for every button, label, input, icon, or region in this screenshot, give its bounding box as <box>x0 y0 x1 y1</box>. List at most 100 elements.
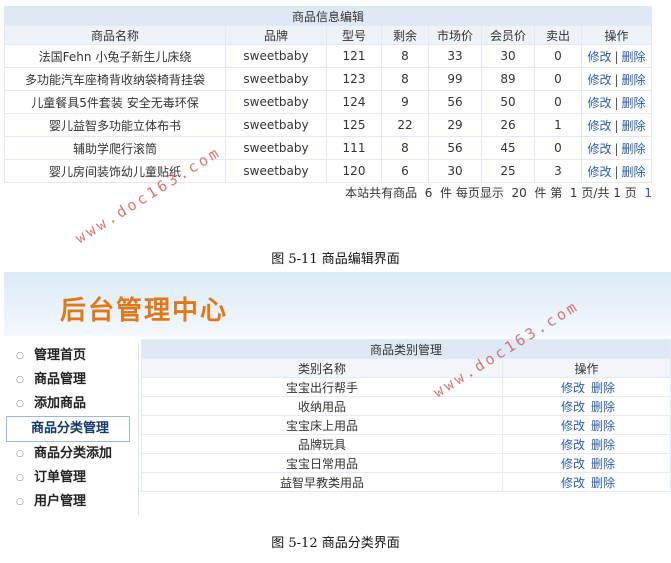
product-table: 商品信息编辑 商品名称 品牌 型号 剩余 市场价 会员价 卖出 操作 法国Feh… <box>4 6 652 183</box>
edit-link[interactable]: 修改 <box>561 457 585 471</box>
cell-model: 125 <box>326 113 382 137</box>
category-name: 品牌玩具 <box>141 434 503 454</box>
category-table-body: 宝宝出行帮手 修改 删除 收纳用品 修改 删除 宝宝床上用品 修改 删除 品牌玩具 修改 删除 宝宝日常… <box>141 377 671 492</box>
delete-link[interactable]: 删除 <box>591 400 615 414</box>
cell-model: 111 <box>326 136 382 160</box>
cell-stock: 8 <box>381 67 429 91</box>
category-table: 商品类别管理 类别名称 操作 宝宝出行帮手 修改 删除 收纳用品 修改 删除 宝宝床上用品修… <box>141 339 671 492</box>
edit-link[interactable]: 修改 <box>561 419 585 433</box>
edit-link[interactable]: 修改 <box>561 400 585 414</box>
pager-page-link[interactable]: 1 <box>644 186 652 200</box>
edit-link[interactable]: 修改 <box>561 476 585 490</box>
category-actions: 修改 删除 <box>502 453 671 473</box>
delete-link[interactable]: 删除 <box>591 438 615 452</box>
category-name: 宝宝床上用品 <box>141 415 503 435</box>
header-member-price: 会员价 <box>481 25 535 45</box>
cell-stock: 8 <box>381 136 429 160</box>
delete-link[interactable]: 删除 <box>591 457 615 471</box>
edit-link[interactable]: 修改 <box>587 119 611 133</box>
cell-model: 123 <box>326 67 382 91</box>
list-item: 宝宝床上用品 修改 删除 <box>141 415 671 435</box>
edit-link[interactable]: 修改 <box>587 50 611 64</box>
cell-brand: sweetbaby <box>225 113 327 137</box>
cell-actions: 修改 | 删除 <box>581 113 652 137</box>
header-sold: 卖出 <box>534 25 582 45</box>
action-separator: | <box>614 72 619 87</box>
figure-caption-1: 图 5-11 商品编辑界面 <box>271 252 400 267</box>
product-edit-panel: 商品信息编辑 商品名称 品牌 型号 剩余 市场价 会员价 卖出 操作 法国Feh… <box>4 6 652 200</box>
cell-market-price: 29 <box>428 113 482 137</box>
sidebar-item-label: 用户管理 <box>34 494 87 509</box>
product-table-body: 法国Fehn 小兔子新生儿床绕 sweetbaby 121 8 33 30 0 修改 | 删除 多功… <box>4 44 652 183</box>
delete-link[interactable]: 删除 <box>591 419 615 433</box>
cell-sold: 0 <box>534 44 582 68</box>
delete-link[interactable]: 删除 <box>591 476 615 490</box>
sidebar-item-3[interactable]: 商品分类管理 <box>6 416 130 442</box>
header-category-actions: 操作 <box>502 358 671 378</box>
category-name: 收纳用品 <box>141 396 503 416</box>
cell-member-price: 89 <box>481 67 535 91</box>
delete-link[interactable]: 删除 <box>622 50 646 64</box>
cell-name: 多功能汽车座椅背收纳袋椅背挂袋 <box>4 67 226 91</box>
cell-sold: 0 <box>534 90 582 114</box>
sidebar-item-0[interactable]: ○ 管理首页 <box>4 344 138 368</box>
pager-page-text: 件 第 <box>534 186 563 200</box>
cell-stock: 8 <box>381 44 429 68</box>
delete-link[interactable]: 删除 <box>622 73 646 87</box>
cell-model: 121 <box>326 44 382 68</box>
cell-actions: 修改 | 删除 <box>581 136 652 160</box>
sidebar-item-5[interactable]: ○ 订单管理 <box>4 466 138 490</box>
pager: 本站共有商品 6 件 每页显示 20 件 第 1 页/共 1 页 1 <box>4 184 652 201</box>
pager-per-page-text: 件 每页显示 <box>440 186 504 200</box>
action-separator: | <box>614 141 619 156</box>
bullet-icon: ○ <box>16 351 24 361</box>
edit-link[interactable]: 修改 <box>587 96 611 110</box>
delete-link[interactable]: 删除 <box>622 96 646 110</box>
cell-member-price: 30 <box>481 44 535 68</box>
header-brand: 品牌 <box>225 25 327 45</box>
table-row: 法国Fehn 小兔子新生儿床绕 sweetbaby 121 8 33 30 0 修改 | 删除 <box>4 44 652 68</box>
cell-sold: 0 <box>534 136 582 160</box>
list-item: 收纳用品 修改 删除 <box>141 396 671 416</box>
sidebar-item-label: 商品分类管理 <box>31 421 110 436</box>
edit-link[interactable]: 修改 <box>587 73 611 87</box>
cell-name: 法国Fehn 小兔子新生儿床绕 <box>4 44 226 68</box>
header-name: 商品名称 <box>4 25 226 45</box>
edit-link[interactable]: 修改 <box>561 438 585 452</box>
delete-link[interactable]: 删除 <box>622 119 646 133</box>
sidebar-item-1[interactable]: ○ 商品管理 <box>4 368 138 392</box>
pager-prefix: 本站共有商品 <box>345 186 418 200</box>
edit-link[interactable]: 修改 <box>587 142 611 156</box>
category-panel: 商品类别管理 类别名称 操作 宝宝出行帮手 修改 删除 收纳用品 修改 删除 宝宝床上用品修… <box>141 339 671 492</box>
edit-link[interactable]: 修改 <box>587 165 611 179</box>
admin-sidebar: ○ 管理首页 ○ 商品管理 ○ 添加商品 商品分类管理 ○ 商品分类添加 ○ 订单管理 ○ 用户管理 <box>4 344 139 516</box>
delete-link[interactable]: 删除 <box>591 381 615 395</box>
delete-link[interactable]: 删除 <box>622 165 646 179</box>
cell-model: 124 <box>326 90 382 114</box>
cell-stock: 22 <box>381 113 429 137</box>
sidebar-item-label: 订单管理 <box>34 470 87 485</box>
product-table-header-row: 商品名称 品牌 型号 剩余 市场价 会员价 卖出 操作 <box>4 25 652 45</box>
sidebar-item-6[interactable]: ○ 用户管理 <box>4 490 138 514</box>
cell-member-price: 25 <box>481 159 535 183</box>
sidebar-item-label: 商品分类添加 <box>34 446 113 461</box>
cell-brand: sweetbaby <box>225 44 327 68</box>
cell-name: 婴儿益智多功能立体布书 <box>4 113 226 137</box>
table-row: 多功能汽车座椅背收纳袋椅背挂袋 sweetbaby 123 8 99 89 0 修改 | 删除 <box>4 67 652 91</box>
cell-market-price: 56 <box>428 90 482 114</box>
cell-actions: 修改 | 删除 <box>581 90 652 114</box>
action-separator: | <box>614 49 619 64</box>
sidebar-item-label: 添加商品 <box>34 396 87 411</box>
cell-brand: sweetbaby <box>225 159 327 183</box>
category-name: 益智早教类用品 <box>141 472 503 492</box>
category-table-caption-row: 商品类别管理 <box>141 339 671 359</box>
delete-link[interactable]: 删除 <box>622 142 646 156</box>
sidebar-item-2[interactable]: ○ 添加商品 <box>4 392 138 416</box>
cell-market-price: 56 <box>428 136 482 160</box>
table-row: 辅助学爬行滚筒 sweetbaby 111 8 56 45 0 修改 | 删除 <box>4 136 652 160</box>
bullet-icon: ○ <box>16 497 24 507</box>
sidebar-item-4[interactable]: ○ 商品分类添加 <box>4 442 138 466</box>
cell-member-price: 45 <box>481 136 535 160</box>
edit-link[interactable]: 修改 <box>561 381 585 395</box>
cell-model: 120 <box>326 159 382 183</box>
